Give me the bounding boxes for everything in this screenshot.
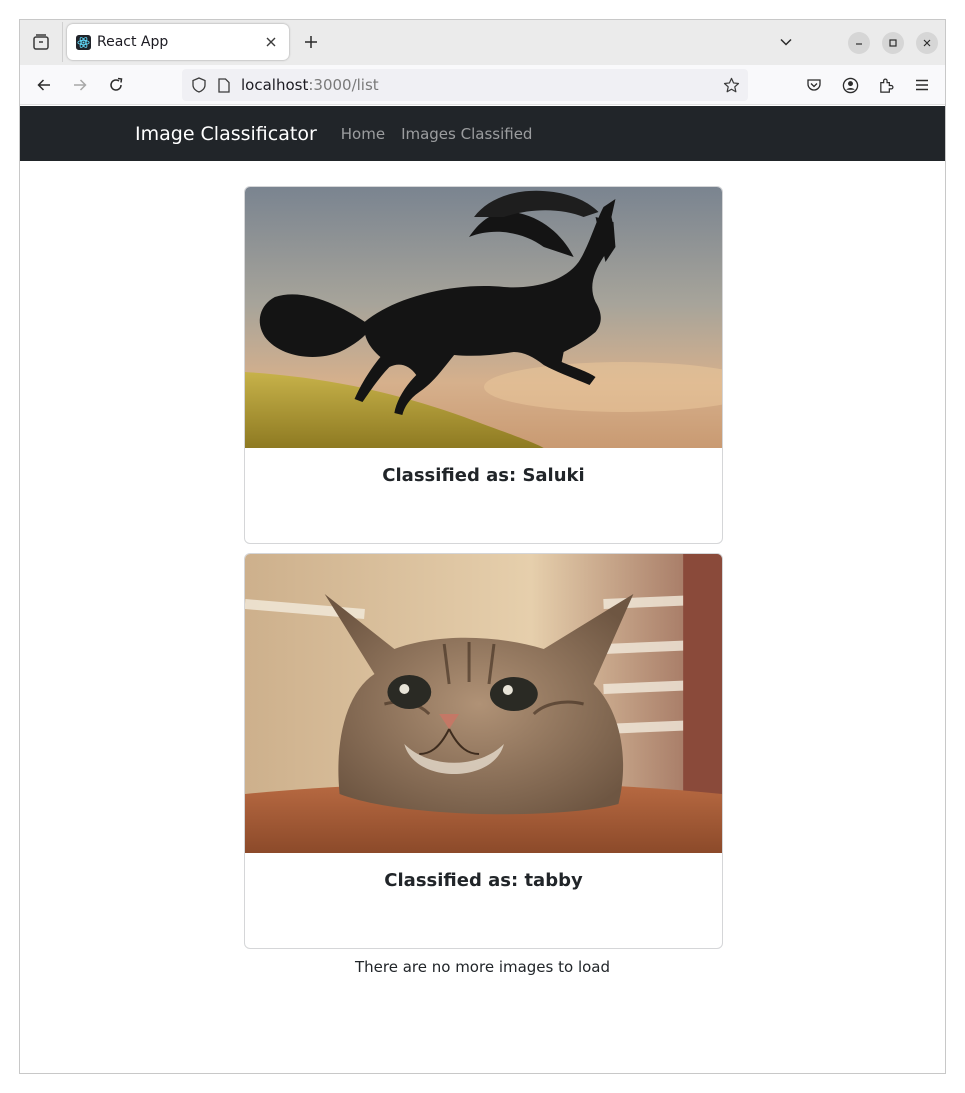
url-path: :3000/list (308, 76, 379, 94)
nav-link-home[interactable]: Home (341, 125, 385, 143)
maximize-icon[interactable] (882, 32, 904, 54)
chevron-down-icon[interactable] (776, 32, 796, 52)
url-bar[interactable]: localhost:3000/list (182, 69, 748, 101)
minimize-icon[interactable] (848, 32, 870, 54)
browser-window: React App localhost:3000/list Image Clas… (19, 19, 946, 1074)
star-icon[interactable] (720, 74, 742, 96)
page-icon[interactable] (216, 76, 232, 94)
tab-strip: React App (20, 20, 945, 65)
card-title: Classified as: Saluki (382, 465, 585, 486)
react-icon (76, 34, 91, 50)
account-icon[interactable] (839, 74, 861, 96)
shield-icon[interactable] (190, 76, 208, 94)
window-close-icon[interactable] (916, 32, 938, 54)
horse-photo (245, 187, 722, 448)
new-tab-icon[interactable] (300, 31, 322, 53)
extensions-icon[interactable] (875, 74, 897, 96)
tab-title: React App (97, 34, 169, 50)
tab-overview-icon[interactable] (28, 29, 54, 55)
url-text[interactable]: localhost:3000/list (241, 76, 720, 94)
navbar-brand[interactable]: Image Classificator (135, 123, 317, 145)
app-navbar: Image Classificator Home Images Classifi… (20, 106, 945, 161)
nav-link-images-classified[interactable]: Images Classified (401, 125, 532, 143)
cat-photo (245, 554, 722, 853)
url-host: localhost (241, 76, 309, 94)
browser-toolbar: localhost:3000/list (20, 65, 945, 105)
end-of-list-message: There are no more images to load (354, 958, 611, 976)
close-icon[interactable] (261, 32, 281, 52)
forward-arrow-icon[interactable] (69, 74, 91, 96)
classification-card: Classified as: tabby (244, 553, 723, 949)
card-title: Classified as: tabby (384, 870, 583, 891)
reload-icon[interactable] (105, 74, 127, 96)
tab-react-app[interactable]: React App (67, 24, 289, 60)
back-arrow-icon[interactable] (33, 74, 55, 96)
pocket-icon[interactable] (803, 74, 825, 96)
classification-card: Classified as: Saluki (244, 186, 723, 544)
hamburger-menu-icon[interactable] (911, 74, 933, 96)
tab-separator (62, 22, 63, 62)
